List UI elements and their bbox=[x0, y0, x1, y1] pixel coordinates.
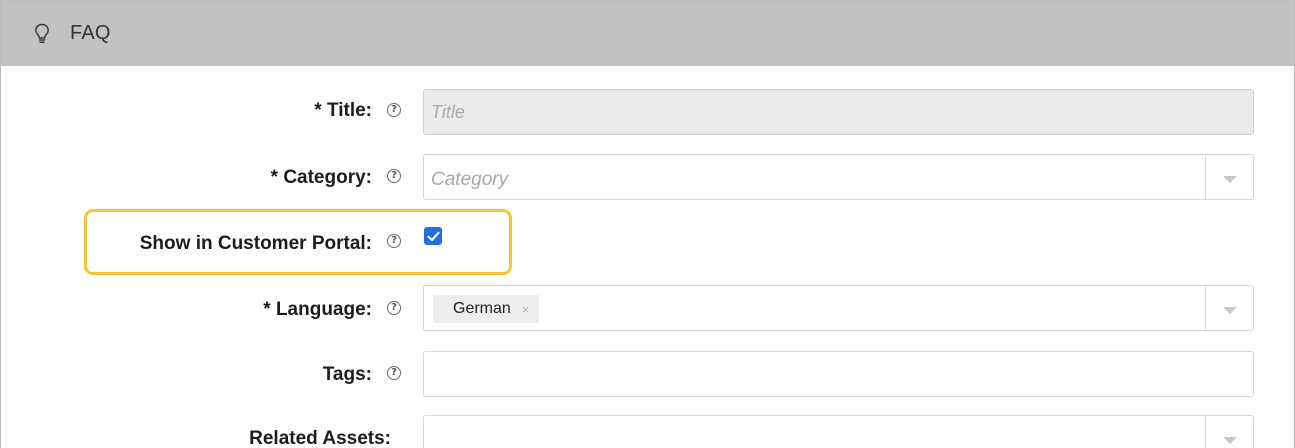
panel-title: FAQ bbox=[70, 22, 111, 44]
language-dropdown-arrow-icon[interactable] bbox=[1205, 286, 1253, 330]
category-dropdown-arrow-icon[interactable] bbox=[1205, 155, 1253, 199]
show-in-portal-help-icon[interactable]: ? bbox=[387, 234, 401, 248]
title-row: * Title: ? Title bbox=[1, 89, 1294, 135]
related-assets-row: Related Assets: bbox=[1, 415, 1294, 448]
remove-tag-icon[interactable]: × bbox=[522, 302, 530, 317]
category-help-icon[interactable]: ? bbox=[387, 169, 401, 183]
language-tag: German × bbox=[433, 295, 540, 323]
related-assets-label: Related Assets: bbox=[249, 428, 391, 448]
checkmark-icon bbox=[426, 231, 440, 241]
tags-row: Tags: ? bbox=[1, 351, 1294, 397]
category-row: * Category: ? Category bbox=[1, 154, 1294, 200]
category-placeholder: Category bbox=[431, 169, 509, 190]
language-select[interactable]: German × bbox=[423, 285, 1254, 331]
lightbulb-icon bbox=[35, 23, 49, 43]
category-select[interactable]: Category bbox=[423, 154, 1254, 200]
language-tag-label: German bbox=[453, 300, 511, 317]
show-in-portal-row: Show in Customer Portal: ? bbox=[1, 227, 1294, 257]
tags-label: Tags: bbox=[322, 364, 372, 385]
title-help-icon[interactable]: ? bbox=[387, 103, 401, 117]
title-placeholder: Title bbox=[431, 102, 465, 122]
language-help-icon[interactable]: ? bbox=[387, 301, 401, 315]
language-label: * Language: bbox=[263, 299, 372, 320]
tags-input[interactable] bbox=[423, 351, 1254, 397]
show-in-portal-checkbox[interactable] bbox=[424, 227, 442, 245]
title-label: * Title: bbox=[314, 100, 372, 121]
title-input[interactable]: Title bbox=[423, 89, 1254, 135]
tags-help-icon[interactable]: ? bbox=[387, 366, 401, 380]
panel-header: FAQ bbox=[1, 1, 1294, 66]
language-row: * Language: ? German × bbox=[1, 285, 1294, 331]
related-assets-dropdown-arrow-icon[interactable] bbox=[1205, 416, 1253, 448]
faq-panel: FAQ * Title: ? Title * Category: ? Categ… bbox=[0, 0, 1295, 448]
show-in-portal-label: Show in Customer Portal: bbox=[139, 233, 372, 254]
category-label: * Category: bbox=[270, 167, 372, 188]
related-assets-select[interactable] bbox=[423, 415, 1254, 448]
